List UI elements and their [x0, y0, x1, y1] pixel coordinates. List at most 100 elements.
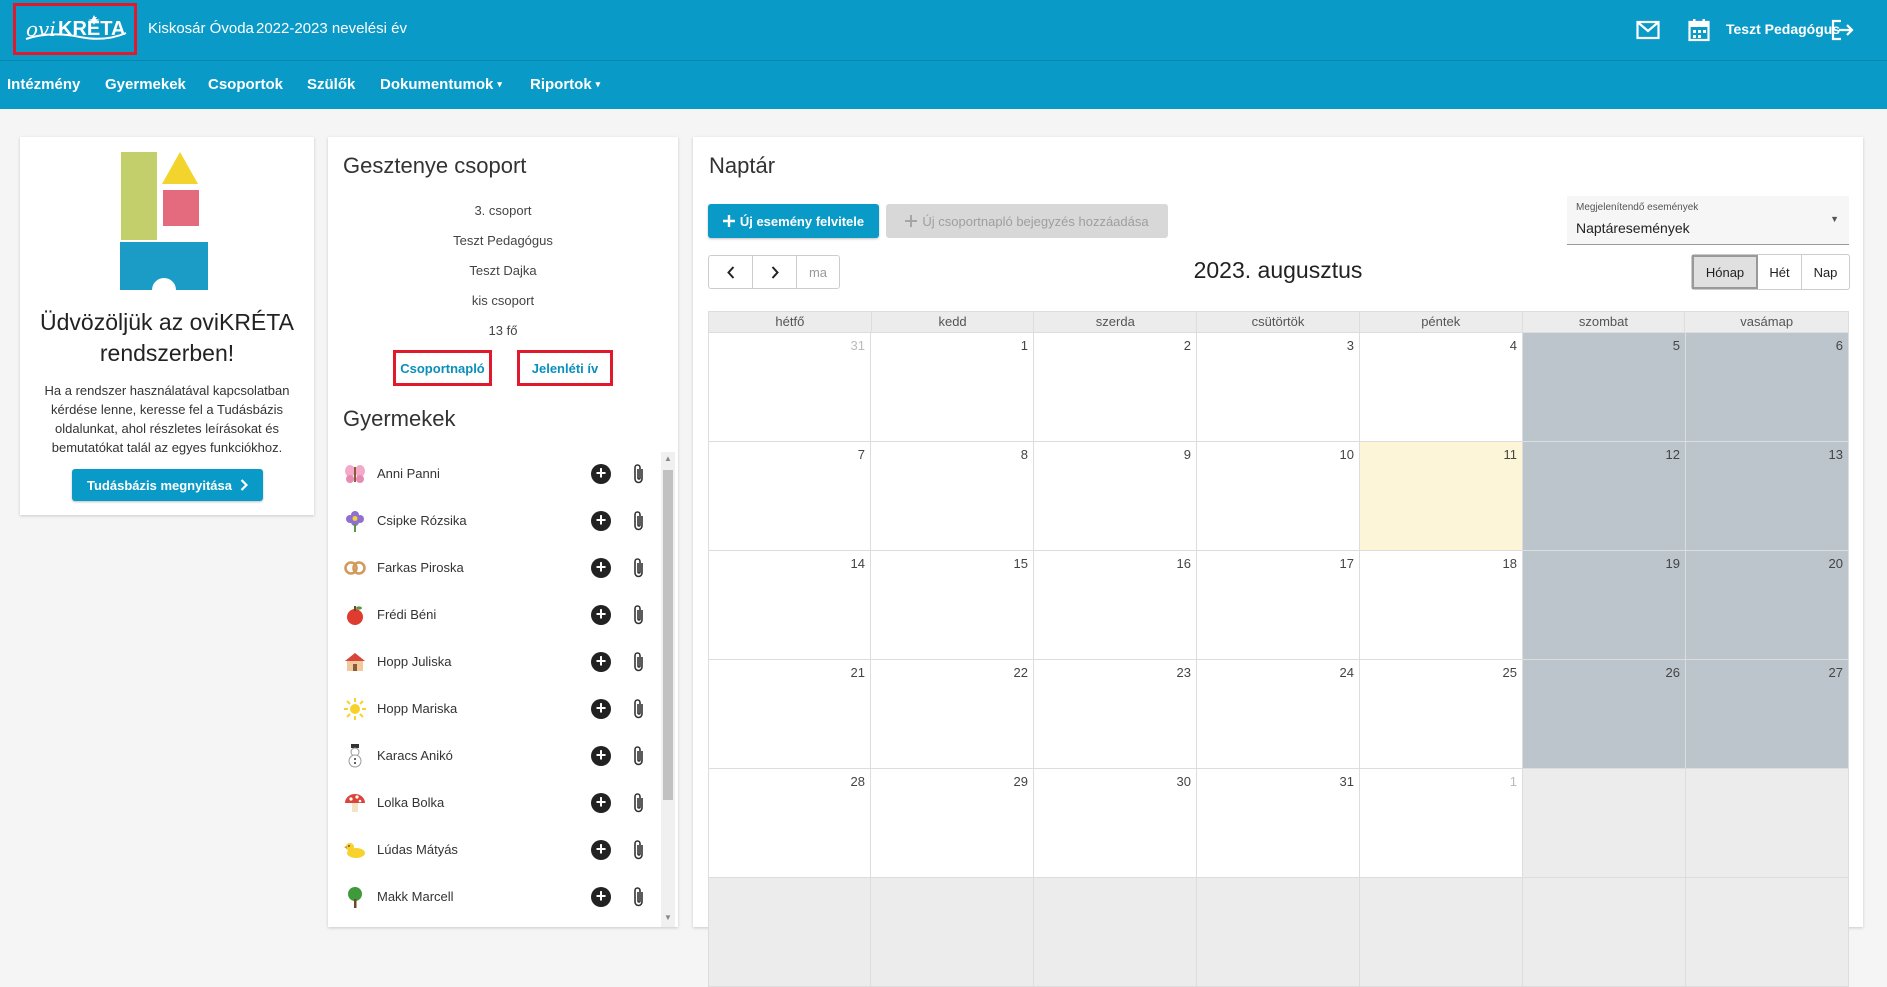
calendar-day[interactable]	[1686, 878, 1849, 987]
calendar-day[interactable]: 16	[1034, 551, 1197, 660]
add-icon[interactable]: +	[591, 652, 611, 672]
add-icon[interactable]: +	[591, 464, 611, 484]
paperclip-icon[interactable]	[631, 463, 647, 485]
blocks-illustration-icon	[120, 152, 208, 290]
nav-parents[interactable]: Szülők	[307, 76, 355, 93]
view-day-button[interactable]: Nap	[1802, 255, 1849, 289]
add-icon[interactable]: +	[591, 558, 611, 578]
calendar-day[interactable]: 28	[708, 769, 871, 878]
calendar-day[interactable]: 13	[1686, 442, 1849, 551]
list-item[interactable]: Makk Marcell +	[343, 873, 663, 920]
calendar-day[interactable]: 1	[1360, 769, 1523, 878]
calendar-day[interactable]: 17	[1197, 551, 1360, 660]
knowledge-base-button[interactable]: Tudásbázis megnyitása	[72, 469, 263, 501]
calendar-day[interactable]: 23	[1034, 660, 1197, 769]
group-journal-button[interactable]: Csoportnapló	[393, 350, 492, 386]
add-icon[interactable]: +	[591, 511, 611, 531]
paperclip-icon[interactable]	[631, 557, 647, 579]
add-icon[interactable]: +	[591, 699, 611, 719]
calendar-day[interactable]: 31	[708, 333, 871, 442]
calendar-day[interactable]	[708, 878, 871, 987]
calendar-day[interactable]: 3	[1197, 333, 1360, 442]
calendar-day-today[interactable]: 11	[1360, 442, 1523, 551]
paperclip-icon[interactable]	[631, 698, 647, 720]
calendar-day[interactable]: 7	[708, 442, 871, 551]
children-scrollbar[interactable]: ▲ ▼	[661, 452, 675, 927]
list-item[interactable]: Lolka Bolka +	[343, 779, 663, 826]
paperclip-icon[interactable]	[631, 839, 647, 861]
nav-children[interactable]: Gyermekek	[105, 76, 186, 93]
user-name[interactable]: Teszt Pedagógus	[1726, 21, 1840, 37]
calendar-day[interactable]: 18	[1360, 551, 1523, 660]
new-event-button[interactable]: Új esemény felvitele	[708, 204, 879, 238]
calendar-day[interactable]: 20	[1686, 551, 1849, 660]
add-icon[interactable]: +	[591, 746, 611, 766]
calendar-day[interactable]: 30	[1034, 769, 1197, 878]
paperclip-icon[interactable]	[631, 510, 647, 532]
scroll-down-icon[interactable]: ▼	[661, 911, 675, 925]
list-item[interactable]: Hopp Juliska +	[343, 638, 663, 685]
calendar-day[interactable]: 15	[871, 551, 1034, 660]
weekday-label: kedd	[872, 312, 1035, 332]
calendar-day[interactable]: 27	[1686, 660, 1849, 769]
list-item[interactable]: Farkas Piroska +	[343, 544, 663, 591]
calendar-day[interactable]	[1523, 769, 1686, 878]
calendar-day[interactable]: 12	[1523, 442, 1686, 551]
calendar-day[interactable]	[1197, 878, 1360, 987]
mail-icon[interactable]	[1634, 16, 1662, 44]
calendar-day[interactable]: 25	[1360, 660, 1523, 769]
calendar-day[interactable]: 22	[871, 660, 1034, 769]
main-nav: Intézmény Gyermekek Csoportok Szülők Dok…	[0, 60, 1887, 109]
calendar-day[interactable]: 5	[1523, 333, 1686, 442]
scroll-up-icon[interactable]: ▲	[661, 452, 675, 466]
add-icon[interactable]: +	[591, 793, 611, 813]
calendar-day[interactable]: 10	[1197, 442, 1360, 551]
view-week-button[interactable]: Hét	[1758, 255, 1802, 289]
calendar-day[interactable]: 19	[1523, 551, 1686, 660]
nav-documents[interactable]: Dokumentumok ▾	[380, 76, 502, 93]
new-journal-entry-button[interactable]: Új csoportnapló bejegyzés hozzáadása	[886, 204, 1168, 238]
view-month-button[interactable]: Hónap	[1692, 255, 1758, 289]
list-item[interactable]: Csipke Rózsika +	[343, 497, 663, 544]
list-item[interactable]: Lúdas Mátyás +	[343, 826, 663, 873]
attendance-sheet-button[interactable]: Jelenléti ív	[517, 350, 613, 386]
list-item[interactable]: Frédi Béni +	[343, 591, 663, 638]
add-icon[interactable]: +	[591, 840, 611, 860]
paperclip-icon[interactable]	[631, 745, 647, 767]
calendar-day[interactable]	[1523, 878, 1686, 987]
calendar-day[interactable]: 4	[1360, 333, 1523, 442]
calendar-day[interactable]: 14	[708, 551, 871, 660]
add-icon[interactable]: +	[591, 605, 611, 625]
calendar-day[interactable]: 8	[871, 442, 1034, 551]
list-item[interactable]: Karacs Anikó +	[343, 732, 663, 779]
logo[interactable]: ovi KRÉTA	[13, 3, 137, 55]
list-item[interactable]: Anni Panni +	[343, 450, 663, 497]
child-name: Frédi Béni	[377, 607, 437, 622]
calendar-day[interactable]: 26	[1523, 660, 1686, 769]
logout-icon[interactable]	[1829, 16, 1857, 44]
paperclip-icon[interactable]	[631, 886, 647, 908]
calendar-day[interactable]: 29	[871, 769, 1034, 878]
calendar-day[interactable]: 21	[708, 660, 871, 769]
list-item[interactable]: Hopp Mariska +	[343, 685, 663, 732]
calendar-day[interactable]	[1034, 878, 1197, 987]
nav-groups[interactable]: Csoportok	[208, 76, 283, 93]
add-icon[interactable]: +	[591, 887, 611, 907]
paperclip-icon[interactable]	[631, 651, 647, 673]
calendar-day[interactable]: 24	[1197, 660, 1360, 769]
calendar-day[interactable]: 31	[1197, 769, 1360, 878]
calendar-day[interactable]: 9	[1034, 442, 1197, 551]
nav-institution[interactable]: Intézmény	[7, 76, 80, 93]
calendar-icon[interactable]	[1685, 16, 1713, 44]
calendar-day[interactable]	[1360, 878, 1523, 987]
paperclip-icon[interactable]	[631, 792, 647, 814]
event-filter-select[interactable]: Megjelenítendő események Naptáresemények…	[1567, 196, 1849, 245]
calendar-day[interactable]	[871, 878, 1034, 987]
calendar-day[interactable]: 1	[871, 333, 1034, 442]
calendar-day[interactable]: 2	[1034, 333, 1197, 442]
calendar-day[interactable]: 6	[1686, 333, 1849, 442]
scrollbar-thumb[interactable]	[663, 470, 673, 800]
nav-reports[interactable]: Riportok ▾	[530, 76, 600, 93]
paperclip-icon[interactable]	[631, 604, 647, 626]
calendar-day[interactable]	[1686, 769, 1849, 878]
